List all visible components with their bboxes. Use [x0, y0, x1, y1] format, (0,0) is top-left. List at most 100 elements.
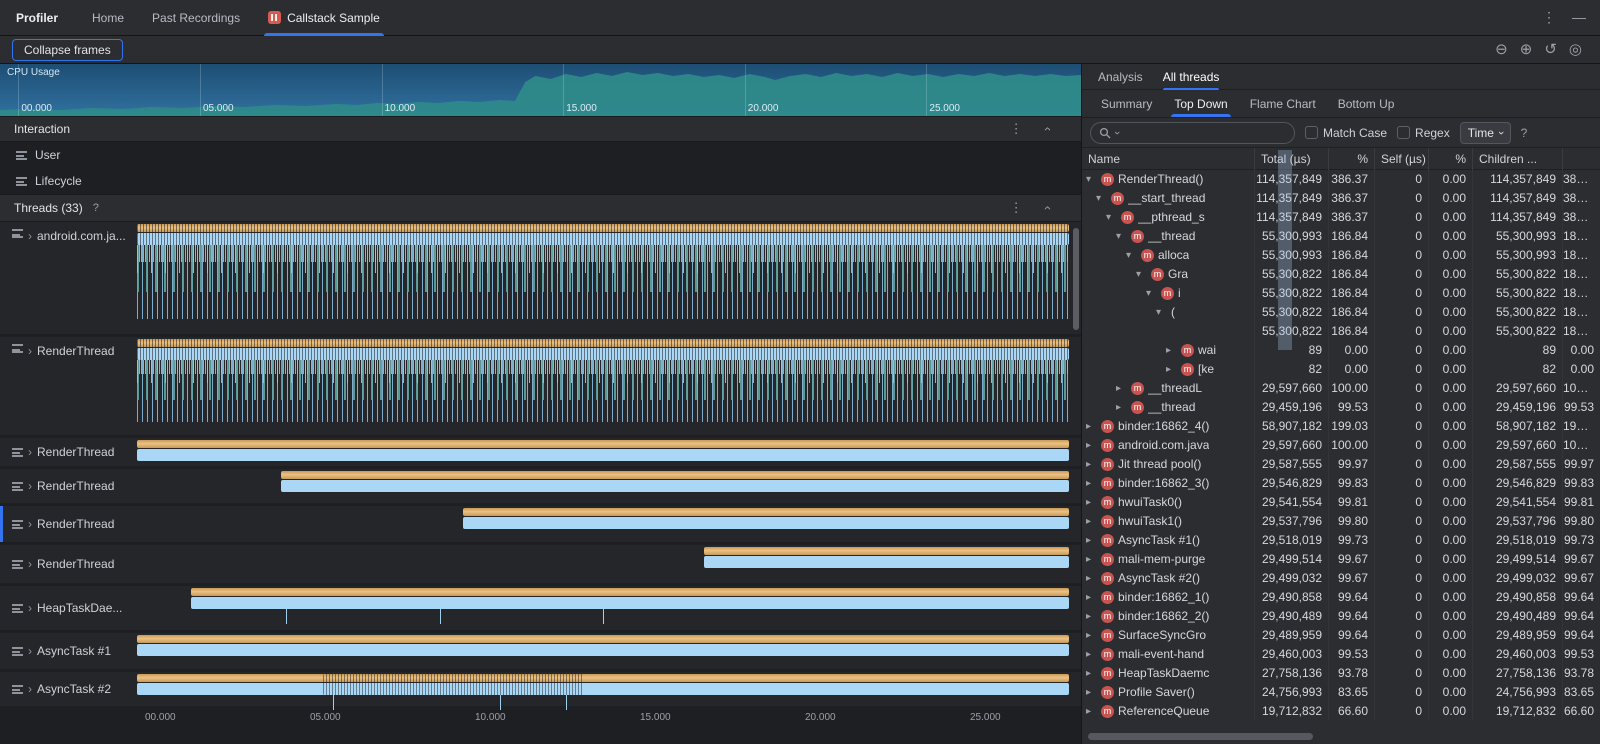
- regex-checkbox[interactable]: Regex: [1397, 126, 1450, 140]
- horizontal-scrollbar[interactable]: [1088, 733, 1313, 740]
- thread-label[interactable]: ›RenderThread: [0, 337, 137, 435]
- column-header[interactable]: Children ...: [1472, 148, 1562, 170]
- table-row[interactable]: ▸mJit thread pool()29,587,55599.9700.002…: [1082, 455, 1600, 474]
- tree-toggle-icon[interactable]: ▾: [1146, 284, 1157, 303]
- table-row[interactable]: ▾mGra55,300,822186.8400.0055,300,822186.…: [1082, 265, 1600, 284]
- thread-label[interactable]: ›RenderThread: [0, 469, 137, 503]
- kebab-menu-icon[interactable]: ⋮: [1010, 200, 1023, 216]
- thread-label[interactable]: ›AsyncTask #1: [0, 633, 137, 669]
- interaction-section-header[interactable]: Interaction ⋮ ›: [0, 116, 1081, 142]
- table-row[interactable]: ▾m__start_thread114,357,849386.3700.0011…: [1082, 189, 1600, 208]
- thread-label[interactable]: ›HeapTaskDae...: [0, 586, 137, 630]
- tree-toggle-icon[interactable]: ▾: [1126, 246, 1137, 265]
- table-row[interactable]: ▸mmali-event-hand29,460,00399.5300.0029,…: [1082, 645, 1600, 664]
- table-row[interactable]: ▾(55,300,822186.8400.0055,300,822186.84: [1082, 303, 1600, 322]
- kebab-menu-icon[interactable]: ⋮: [1010, 121, 1023, 137]
- reset-zoom-icon[interactable]: ↺: [1544, 42, 1557, 57]
- tree-toggle-icon[interactable]: ▸: [1086, 493, 1097, 512]
- tree-toggle-icon[interactable]: ▸: [1086, 531, 1097, 550]
- thread-row[interactable]: ›AsyncTask #1: [0, 633, 1081, 669]
- thread-row[interactable]: ›RenderThread: [0, 506, 1081, 542]
- tree-toggle-icon[interactable]: ▸: [1086, 417, 1097, 436]
- tab-all-threads[interactable]: All threads: [1163, 64, 1220, 90]
- table-row[interactable]: ▸mmali-mem-purge29,499,51499.6700.0029,4…: [1082, 550, 1600, 569]
- thread-track[interactable]: [137, 222, 1069, 334]
- table-row[interactable]: ▸mAsyncTask #1()29,518,01999.7300.0029,5…: [1082, 531, 1600, 550]
- search-input[interactable]: ›: [1090, 122, 1295, 144]
- chevron-right-icon[interactable]: ›: [28, 557, 32, 571]
- thread-row[interactable]: ›AsyncTask #2: [0, 672, 1081, 706]
- tab-bottom-up[interactable]: Bottom Up: [1327, 90, 1406, 117]
- tree-toggle-icon[interactable]: ▸: [1086, 607, 1097, 626]
- cpu-usage-chart[interactable]: CPU Usage 00.00005.00010.00015.00020.000…: [0, 64, 1081, 116]
- table-row[interactable]: ▸mReferenceQueue19,712,83266.6000.0019,7…: [1082, 702, 1600, 721]
- match-case-checkbox[interactable]: Match Case: [1305, 126, 1387, 140]
- chevron-right-icon[interactable]: ›: [28, 479, 32, 493]
- table-row[interactable]: ▾m__thread55,300,993186.8400.0055,300,99…: [1082, 227, 1600, 246]
- collapse-frames-button[interactable]: Collapse frames: [12, 39, 123, 61]
- zoom-to-selection-icon[interactable]: ◎: [1569, 42, 1582, 57]
- tree-toggle-icon[interactable]: ▾: [1096, 189, 1107, 208]
- tab-callstack-sample[interactable]: Callstack Sample: [254, 0, 394, 36]
- thread-label[interactable]: ›RenderThread: [0, 506, 137, 542]
- tab-summary[interactable]: Summary: [1090, 90, 1163, 117]
- tab-past-recordings[interactable]: Past Recordings: [138, 0, 254, 36]
- tab-home[interactable]: Home: [78, 0, 138, 36]
- table-row[interactable]: ▸mbinder:16862_3()29,546,82999.8300.0029…: [1082, 474, 1600, 493]
- tree-toggle-icon[interactable]: ▾: [1106, 208, 1117, 227]
- chevron-right-icon[interactable]: ›: [28, 517, 32, 531]
- table-row[interactable]: ▾m__pthread_s114,357,849386.3700.00114,3…: [1082, 208, 1600, 227]
- table-row[interactable]: ▾malloca55,300,993186.8400.0055,300,9931…: [1082, 246, 1600, 265]
- thread-track[interactable]: [137, 469, 1069, 503]
- tree-toggle-icon[interactable]: ▸: [1166, 341, 1177, 360]
- table-row[interactable]: ▸m__thread29,459,19699.5300.0029,459,196…: [1082, 398, 1600, 417]
- tree-toggle-icon[interactable]: ▸: [1086, 702, 1097, 721]
- vertical-scrollbar[interactable]: [1073, 228, 1079, 330]
- chevron-right-icon[interactable]: ›: [28, 601, 32, 615]
- help-icon[interactable]: ?: [1521, 126, 1528, 140]
- chevron-right-icon[interactable]: ›: [28, 682, 32, 696]
- tab-analysis[interactable]: Analysis: [1098, 64, 1143, 90]
- tree-toggle-icon[interactable]: ▸: [1086, 588, 1097, 607]
- table-row[interactable]: ▸mandroid.com.java29,597,660100.0000.002…: [1082, 436, 1600, 455]
- thread-row[interactable]: ›RenderThread: [0, 438, 1081, 466]
- thread-label[interactable]: ›android.com.ja...: [0, 222, 137, 334]
- thread-label[interactable]: ›RenderThread: [0, 438, 137, 466]
- thread-row[interactable]: ›HeapTaskDae...: [0, 586, 1081, 630]
- column-header[interactable]: %: [1428, 148, 1472, 170]
- thread-track[interactable]: [137, 672, 1069, 706]
- tree-toggle-icon[interactable]: ▸: [1086, 664, 1097, 683]
- table-row[interactable]: ▾mRenderThread()114,357,849386.3700.0011…: [1082, 170, 1600, 189]
- thread-label[interactable]: ›AsyncTask #2: [0, 672, 137, 706]
- thread-row[interactable]: ›RenderThread: [0, 469, 1081, 503]
- zoom-out-icon[interactable]: ⊖: [1495, 42, 1508, 57]
- chevron-right-icon[interactable]: ›: [28, 644, 32, 658]
- tree-toggle-icon[interactable]: ▸: [1086, 436, 1097, 455]
- table-row[interactable]: ▸mProfile Saver()24,756,99383.6500.0024,…: [1082, 683, 1600, 702]
- tree-toggle-icon[interactable]: ▾: [1116, 227, 1127, 246]
- tree-toggle-icon[interactable]: ▸: [1116, 398, 1127, 417]
- thread-track[interactable]: [137, 438, 1069, 466]
- table-row[interactable]: ▸mSurfaceSyncGro29,489,95999.6400.0029,4…: [1082, 626, 1600, 645]
- chevron-right-icon[interactable]: ›: [28, 229, 32, 243]
- table-row[interactable]: 55,300,822186.8400.0055,300,822186.84: [1082, 322, 1600, 341]
- thread-track[interactable]: [137, 586, 1069, 630]
- chevron-right-icon[interactable]: ›: [28, 344, 32, 358]
- tab-flame-chart[interactable]: Flame Chart: [1239, 90, 1327, 117]
- column-header[interactable]: Name: [1082, 148, 1254, 170]
- kebab-menu-icon[interactable]: ⋮: [1542, 9, 1556, 26]
- column-header[interactable]: Self (µs): [1374, 148, 1428, 170]
- minimize-icon[interactable]: —: [1572, 9, 1586, 26]
- table-row[interactable]: ▸m[ke820.0000.00820.00: [1082, 360, 1600, 379]
- tree-toggle-icon[interactable]: ▸: [1086, 683, 1097, 702]
- tree-toggle-icon[interactable]: ▸: [1086, 626, 1097, 645]
- chevron-right-icon[interactable]: ›: [28, 445, 32, 459]
- search-history-icon[interactable]: ›: [1111, 131, 1123, 135]
- tab-top-down[interactable]: Top Down: [1163, 90, 1238, 117]
- column-header[interactable]: %: [1328, 148, 1374, 170]
- time-unit-dropdown[interactable]: Time ›: [1460, 122, 1511, 144]
- table-row[interactable]: ▸mbinder:16862_2()29,490,48999.6400.0029…: [1082, 607, 1600, 626]
- interaction-track-lifecycle[interactable]: Lifecycle: [0, 168, 1081, 194]
- threads-section-header[interactable]: Threads (33) ? ⋮ ›: [0, 194, 1081, 222]
- table-row[interactable]: ▸mwai890.0000.00890.00: [1082, 341, 1600, 360]
